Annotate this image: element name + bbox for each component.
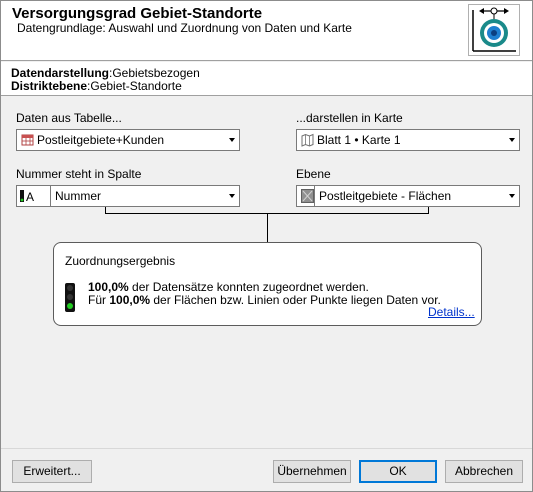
- column-select-value: Nummer: [55, 189, 102, 203]
- svg-text:A: A: [26, 190, 34, 203]
- table-select[interactable]: Postleitgebiete+Kunden: [16, 129, 240, 151]
- result-line-1: 100,0% der Datensätze konnten zugeordnet…: [88, 280, 369, 294]
- combo-separator: [314, 186, 315, 206]
- result-line-2: Für 100,0% der Flächen bzw. Linien oder …: [88, 293, 441, 307]
- result-title: Zuordnungsergebnis: [65, 254, 176, 268]
- result-line-1-value: 100,0%: [88, 280, 129, 294]
- connector-stem: [267, 213, 268, 242]
- distrikt-info: Distriktebene:Gebiet-Standorte: [11, 80, 182, 93]
- advanced-button[interactable]: Erweitert...: [12, 460, 92, 483]
- table-label: Daten aus Tabelle...: [16, 111, 122, 125]
- details-link[interactable]: Details...: [428, 305, 475, 319]
- result-line-1-text: der Datensätze konnten zugeordnet werden…: [128, 280, 369, 294]
- column-select[interactable]: A Nummer: [16, 185, 240, 207]
- column-label: Nummer steht in Spalte: [16, 167, 142, 181]
- table-select-value: Postleitgebiete+Kunden: [37, 133, 165, 147]
- chevron-down-icon[interactable]: [229, 138, 235, 142]
- table-icon: [21, 133, 34, 147]
- distrikt-label: Distriktebene: [11, 79, 88, 93]
- map-icon: [301, 133, 314, 147]
- cancel-button[interactable]: Abbrechen: [445, 460, 523, 483]
- darstellung-value: :Gebietsbezogen: [109, 66, 200, 80]
- text-column-icon: A: [19, 189, 37, 204]
- dialog-subtitle: Datengrundlage: Auswahl und Zuordnung vo…: [17, 21, 352, 35]
- chevron-down-icon[interactable]: [509, 138, 515, 142]
- map-select[interactable]: Blatt 1 • Karte 1: [296, 129, 520, 151]
- result-line-2-prefix: Für: [88, 293, 110, 307]
- ok-button[interactable]: OK: [359, 460, 437, 483]
- distrikt-value: :Gebiet-Standorte: [87, 79, 182, 93]
- apply-button[interactable]: Übernehmen: [273, 460, 351, 483]
- info-bar: Datendarstellung:Gebietsbezogen Distrikt…: [1, 62, 532, 96]
- dialog-title: Versorgungsgrad Gebiet-Standorte: [12, 5, 263, 22]
- layer-select[interactable]: Postleitgebiete - Flächen: [296, 185, 520, 207]
- footer-separator: [1, 448, 532, 449]
- result-panel: Zuordnungsergebnis 100,0% der Datensätze…: [53, 242, 482, 326]
- dialog-window: Versorgungsgrad Gebiet-Standorte Datengr…: [0, 0, 533, 492]
- target-range-icon: [468, 4, 520, 56]
- darstellung-label: Datendarstellung: [11, 66, 110, 80]
- traffic-light-icon: [65, 283, 75, 312]
- area-layer-icon: [301, 189, 314, 203]
- dialog-header: Versorgungsgrad Gebiet-Standorte Datengr…: [1, 1, 532, 61]
- result-line-2-value: 100,0%: [109, 293, 151, 307]
- result-line-2-text: der Flächen bzw. Linien oder Punkte lieg…: [150, 293, 441, 307]
- combo-separator: [50, 186, 51, 206]
- chevron-down-icon[interactable]: [229, 194, 235, 198]
- chevron-down-icon[interactable]: [509, 194, 515, 198]
- map-label: ...darstellen in Karte: [296, 111, 403, 125]
- map-select-value: Blatt 1 • Karte 1: [317, 133, 401, 147]
- layer-select-value: Postleitgebiete - Flächen: [319, 189, 452, 203]
- layer-label: Ebene: [296, 167, 331, 181]
